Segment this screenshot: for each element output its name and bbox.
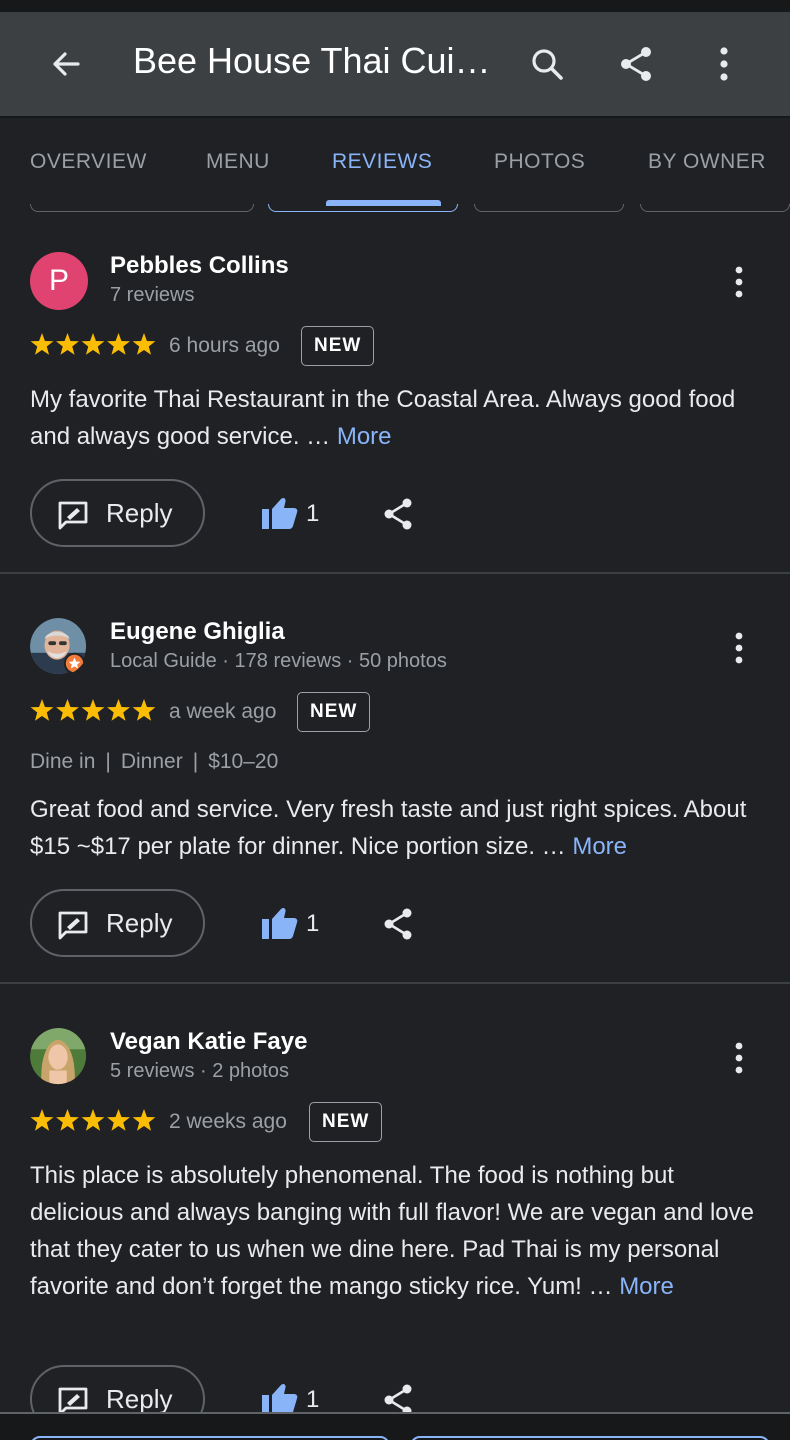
- star-rating: [30, 1109, 156, 1131]
- star-icon: [56, 1109, 79, 1131]
- star-icon: [30, 1109, 54, 1131]
- new-badge: NEW: [297, 692, 371, 732]
- filter-chip[interactable]: [268, 204, 458, 212]
- reply-icon: [58, 501, 88, 530]
- more-vert-icon[interactable]: [702, 42, 746, 86]
- star-icon: [81, 699, 105, 721]
- tab-photos[interactable]: PHOTOS: [494, 150, 585, 174]
- like-button[interactable]: 1: [262, 494, 332, 534]
- thumbs-up-icon: [262, 497, 298, 529]
- new-badge: NEW: [301, 326, 375, 366]
- tab-menu[interactable]: MENU: [206, 150, 270, 174]
- tag-meal: Dinner: [120, 750, 183, 773]
- star-icon: [132, 1109, 156, 1131]
- reply-label: Reply: [106, 1384, 173, 1414]
- reviewer-meta: Local Guide · 178 reviews · 50 photos: [110, 650, 447, 672]
- share-icon[interactable]: [380, 904, 416, 944]
- like-count: 1: [306, 500, 320, 527]
- star-icon: [30, 699, 54, 721]
- star-icon: [56, 699, 79, 721]
- star-icon: [56, 333, 79, 355]
- arrow-back-icon[interactable]: [44, 42, 88, 86]
- reply-button[interactable]: Reply: [30, 479, 205, 547]
- star-icon: [132, 699, 156, 721]
- filter-chip[interactable]: [30, 204, 254, 212]
- star-icon: [132, 333, 156, 355]
- divider: [0, 982, 790, 984]
- status-bar: [0, 0, 790, 12]
- like-count: 1: [306, 910, 320, 937]
- reviewer-name[interactable]: Vegan Katie Faye: [110, 1028, 307, 1056]
- review-tags: Dine in | Dinner | $10–20: [30, 750, 278, 774]
- divider: [0, 572, 790, 574]
- filter-chip[interactable]: [640, 204, 790, 212]
- star-icon: [81, 333, 105, 355]
- reply-icon: [58, 911, 88, 940]
- star-rating: [30, 699, 156, 721]
- avatar[interactable]: [30, 618, 88, 676]
- bottom-action-bar: [0, 1412, 790, 1440]
- review-time: 6 hours ago: [169, 334, 280, 357]
- thumbs-up-icon: [262, 1383, 298, 1415]
- review-text: Great food and service. Very fresh taste…: [30, 796, 747, 860]
- star-icon: [107, 699, 130, 721]
- more-vert-icon[interactable]: [724, 262, 754, 302]
- more-link[interactable]: More: [572, 833, 627, 860]
- page-title: Bee House Thai Cui…: [133, 40, 491, 81]
- thumbs-up-icon: [262, 907, 298, 939]
- reply-button[interactable]: Reply: [30, 889, 205, 957]
- star-rating: [30, 333, 156, 355]
- reply-label: Reply: [106, 498, 173, 528]
- reviewer-name[interactable]: Pebbles Collins: [110, 252, 289, 280]
- reviewer-meta: 7 reviews: [110, 284, 195, 306]
- like-count: 1: [306, 1386, 320, 1413]
- tag-price: $10–20: [208, 750, 279, 773]
- review-text: This place is absolutely phenomenal. The…: [30, 1162, 754, 1300]
- bottom-action-button[interactable]: [410, 1436, 770, 1440]
- reviewer-name[interactable]: Eugene Ghiglia: [110, 618, 285, 646]
- filter-chips-row: [0, 204, 790, 214]
- more-link[interactable]: More: [337, 423, 392, 450]
- review-time: a week ago: [169, 700, 277, 723]
- like-button[interactable]: 1: [262, 904, 332, 944]
- new-badge: NEW: [309, 1102, 383, 1142]
- tag-separator: |: [192, 750, 199, 773]
- star-icon: [107, 333, 130, 355]
- review-text: My favorite Thai Restaurant in the Coast…: [30, 386, 736, 450]
- app-bar: Bee House Thai Cui…: [0, 12, 790, 116]
- tag-separator: |: [105, 750, 111, 773]
- share-icon[interactable]: [614, 42, 658, 86]
- avatar[interactable]: [30, 1028, 88, 1086]
- more-vert-icon[interactable]: [724, 628, 754, 668]
- share-icon[interactable]: [380, 494, 416, 534]
- tab-bar: OVERVIEW MENU REVIEWS PHOTOS BY OWNER: [0, 116, 790, 206]
- star-icon: [30, 333, 54, 355]
- star-icon: [81, 1109, 105, 1131]
- tag-service: Dine in: [30, 750, 96, 773]
- tab-overview[interactable]: OVERVIEW: [30, 150, 147, 174]
- filter-chip[interactable]: [474, 204, 624, 212]
- avatar[interactable]: P: [30, 252, 88, 310]
- reviewer-meta: 5 reviews · 2 photos: [110, 1060, 289, 1082]
- reply-label: Reply: [106, 908, 173, 938]
- tab-reviews[interactable]: REVIEWS: [332, 150, 432, 174]
- bottom-action-button[interactable]: [30, 1436, 390, 1440]
- more-link[interactable]: More: [619, 1273, 674, 1300]
- search-icon[interactable]: [525, 42, 569, 86]
- review-time: 2 weeks ago: [169, 1110, 287, 1133]
- more-vert-icon[interactable]: [724, 1038, 754, 1078]
- star-icon: [107, 1109, 130, 1131]
- tab-by-owner[interactable]: BY OWNER: [648, 150, 766, 174]
